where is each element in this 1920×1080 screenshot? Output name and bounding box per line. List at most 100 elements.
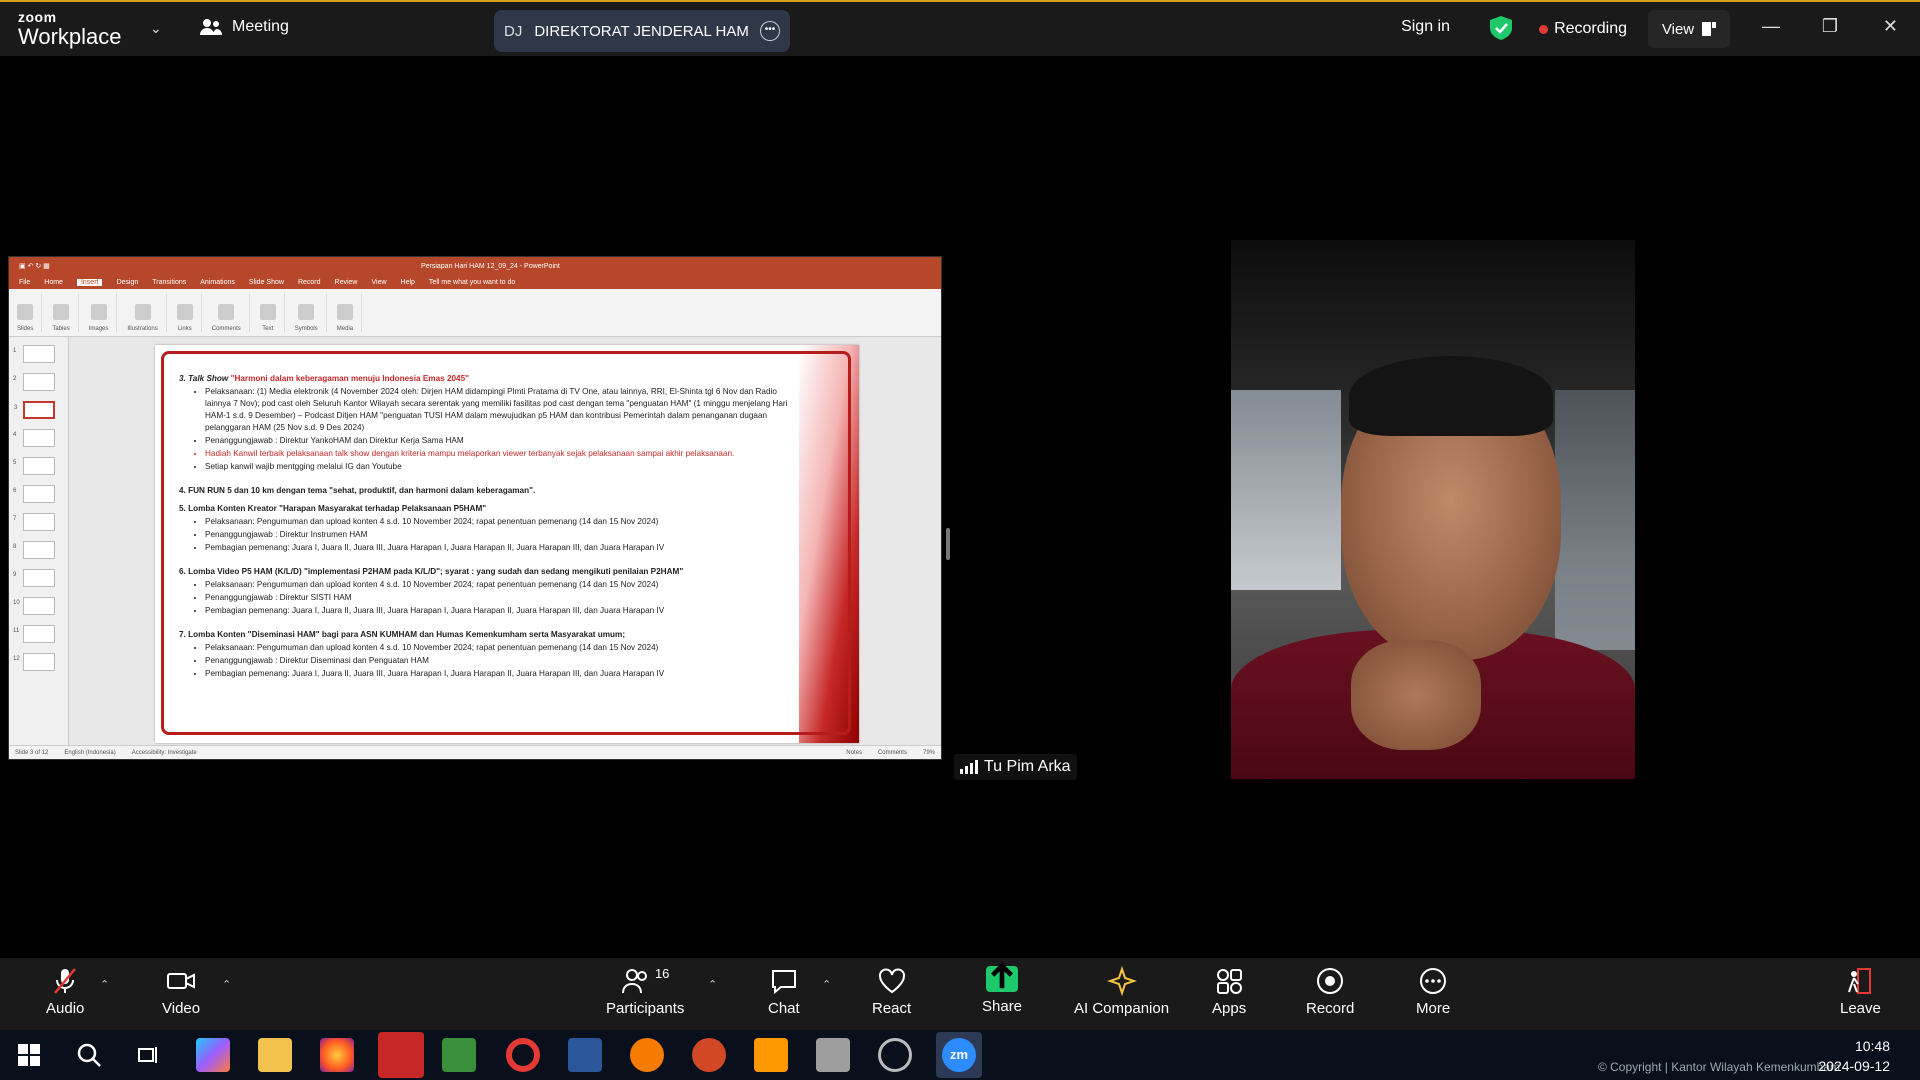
task-view-icon[interactable] bbox=[138, 1044, 160, 1066]
powerpoint-statusbar: Slide 3 of 12 English (Indonesia) Access… bbox=[9, 745, 941, 759]
spreadsheet-app-icon[interactable] bbox=[442, 1038, 476, 1072]
status-comments[interactable]: Comments bbox=[878, 750, 907, 756]
powerpoint-icon[interactable] bbox=[692, 1038, 726, 1072]
section-6-heading: 6. Lomba Video P5 HAM (K/L/D) "implement… bbox=[179, 567, 684, 576]
slide-thumbnail[interactable]: 12 bbox=[13, 653, 55, 671]
ribbon-group-symbols[interactable]: Symbols bbox=[295, 293, 327, 332]
menu-help[interactable]: Help bbox=[401, 279, 415, 286]
windows-taskbar: zm © Copyright | Kantor Wilayah Kemenkum… bbox=[0, 1030, 1920, 1080]
chat-button[interactable]: Chat bbox=[768, 966, 800, 1017]
chat-bubble-icon bbox=[771, 970, 796, 995]
slide-thumbnail[interactable]: 2 bbox=[13, 373, 55, 391]
ribbon-group-images[interactable]: Images bbox=[89, 293, 118, 332]
more-button[interactable]: More bbox=[1416, 966, 1450, 1017]
menu-transitions[interactable]: Transitions bbox=[152, 279, 186, 286]
panel-resize-handle[interactable] bbox=[946, 528, 950, 560]
slide-thumbnail[interactable]: 11 bbox=[13, 625, 55, 643]
participants-button[interactable]: 16 Participants bbox=[606, 966, 684, 1017]
video-button[interactable]: Video bbox=[162, 966, 200, 1017]
audio-label: Audio bbox=[46, 1000, 85, 1017]
section-5-list: Pelaksanaan: Pengumuman dan upload konte… bbox=[179, 516, 799, 554]
ribbon-group-comments[interactable]: Comments bbox=[212, 293, 250, 332]
leave-button[interactable]: Leave bbox=[1840, 966, 1881, 1017]
menu-slide-show[interactable]: Slide Show bbox=[249, 279, 284, 286]
view-grid-icon bbox=[1702, 22, 1717, 36]
copilot-icon[interactable] bbox=[196, 1038, 230, 1072]
microphone-muted-icon bbox=[54, 968, 77, 994]
firefox-icon[interactable] bbox=[320, 1038, 354, 1072]
audio-button[interactable]: Audio bbox=[46, 966, 84, 1017]
slide-thumbnail[interactable]: 7 bbox=[13, 513, 55, 531]
ribbon-group-tables[interactable]: Tables bbox=[52, 293, 79, 332]
meeting-menu[interactable]: Meeting bbox=[200, 18, 289, 36]
opera-gx-icon[interactable] bbox=[378, 1032, 424, 1078]
more-options-icon[interactable]: ••• bbox=[760, 21, 780, 41]
ribbon-group-slides[interactable]: Slides bbox=[17, 293, 43, 332]
menu-file[interactable]: File bbox=[19, 279, 30, 286]
ai-companion-button[interactable]: AI Companion bbox=[1074, 966, 1169, 1017]
tell-me-box[interactable]: Tell me what you want to do bbox=[429, 279, 515, 286]
menu-home[interactable]: Home bbox=[44, 279, 63, 286]
video-person-hair bbox=[1349, 356, 1553, 436]
slide-thumbnail[interactable]: 1 bbox=[13, 345, 55, 363]
meeting-info-pill[interactable]: DJ DIREKTORAT JENDERAL HAM's s ••• bbox=[494, 10, 790, 52]
file-explorer-icon[interactable] bbox=[258, 1038, 292, 1072]
slide-canvas[interactable]: 3. Talk Show "Harmoni dalam keberagaman … bbox=[155, 345, 859, 743]
opera-icon[interactable] bbox=[506, 1038, 540, 1072]
menu-design[interactable]: Design bbox=[116, 279, 138, 286]
ribbon-group-illustrations[interactable]: Illustrations bbox=[127, 293, 167, 332]
slide-thumbnail[interactable]: 9 bbox=[13, 569, 55, 587]
network-app-icon[interactable] bbox=[816, 1038, 850, 1072]
chevron-up-icon[interactable]: ⌃ bbox=[222, 978, 231, 991]
react-button[interactable]: React bbox=[872, 966, 911, 1017]
recording-indicator[interactable]: Recording bbox=[1539, 20, 1627, 38]
word-icon[interactable] bbox=[568, 1038, 602, 1072]
list-item: Setiap kanwil wajib mentgging melalui IG… bbox=[205, 461, 799, 473]
shared-screen[interactable]: ▣ ↶ ↻ ▦ Persiapan Hari HAM 12_09_24 - Po… bbox=[8, 256, 942, 760]
status-zoom[interactable]: 79% bbox=[923, 750, 935, 756]
slide-thumbnail[interactable]: 10 bbox=[13, 597, 55, 615]
shield-icon[interactable] bbox=[1490, 16, 1512, 40]
ribbon-group-links[interactable]: Links bbox=[176, 293, 202, 332]
menu-record[interactable]: Record bbox=[298, 279, 321, 286]
view-button[interactable]: View bbox=[1648, 10, 1730, 48]
status-notes[interactable]: Notes bbox=[846, 750, 862, 756]
status-language[interactable]: English (Indonesia) bbox=[64, 750, 115, 756]
system-clock[interactable]: 10:48 2024-09-12 bbox=[1818, 1036, 1890, 1076]
close-icon[interactable]: ✕ bbox=[1883, 16, 1898, 37]
chevron-up-icon[interactable]: ⌃ bbox=[708, 978, 717, 991]
menu-insert[interactable]: Insert bbox=[76, 278, 103, 286]
participant-video[interactable] bbox=[1231, 240, 1635, 779]
avast-icon[interactable] bbox=[630, 1038, 664, 1072]
ribbon-group-media[interactable]: Media bbox=[337, 293, 363, 332]
slide-thumbnail[interactable]: 6 bbox=[13, 485, 55, 503]
slide-thumbnail[interactable]: 8 bbox=[13, 541, 55, 559]
status-accessibility[interactable]: Accessibility: Investigate bbox=[132, 750, 197, 756]
minimize-icon[interactable]: — bbox=[1762, 16, 1780, 37]
menu-review[interactable]: Review bbox=[335, 279, 358, 286]
menu-animations[interactable]: Animations bbox=[200, 279, 235, 286]
pdf-app-icon[interactable] bbox=[754, 1038, 788, 1072]
sign-in-button[interactable]: Sign in bbox=[1401, 18, 1450, 36]
apps-icon bbox=[1217, 969, 1243, 994]
slide-thumbnail[interactable]: 5 bbox=[13, 457, 55, 475]
link-icon bbox=[176, 304, 193, 320]
zoom-workplace-logo[interactable]: zoom Workplace bbox=[18, 10, 122, 48]
section-3-title: 3. Talk Show bbox=[179, 374, 229, 383]
chevron-up-icon[interactable]: ⌃ bbox=[822, 978, 831, 991]
ribbon-group-label: Illustrations bbox=[127, 326, 158, 332]
share-button[interactable]: Share bbox=[982, 962, 1022, 1015]
apps-button[interactable]: Apps bbox=[1212, 966, 1246, 1017]
chevron-down-icon[interactable]: ⌄ bbox=[150, 20, 162, 37]
zoom-app-button[interactable]: zm bbox=[936, 1032, 982, 1078]
chevron-up-icon[interactable]: ⌃ bbox=[100, 978, 109, 991]
slide-thumbnail-selected[interactable]: 3 bbox=[14, 401, 55, 419]
menu-view[interactable]: View bbox=[371, 279, 386, 286]
search-icon[interactable] bbox=[76, 1042, 102, 1068]
record-button[interactable]: Record bbox=[1306, 966, 1354, 1017]
slide-thumbnail[interactable]: 4 bbox=[13, 429, 55, 447]
windows-start-icon[interactable] bbox=[18, 1044, 40, 1066]
screen-recorder-icon[interactable] bbox=[878, 1038, 912, 1072]
restore-icon[interactable]: ❐ bbox=[1822, 16, 1838, 37]
ribbon-group-text[interactable]: Text bbox=[259, 293, 285, 332]
